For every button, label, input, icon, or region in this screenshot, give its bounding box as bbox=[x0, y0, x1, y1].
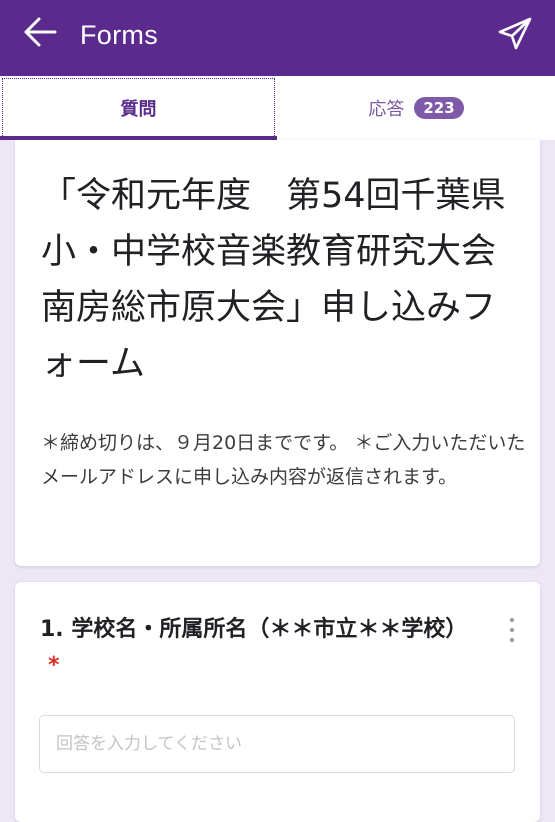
tab-responses-label: 応答 bbox=[368, 99, 405, 120]
more-vertical-icon bbox=[509, 617, 515, 643]
tab-responses[interactable]: 応答 223 bbox=[277, 76, 555, 140]
question-menu-button[interactable] bbox=[500, 612, 524, 648]
tab-questions[interactable]: 質問 bbox=[0, 76, 277, 140]
question-title: 1. 学校名・所属所名（＊＊市立＊＊学校） * bbox=[40, 612, 480, 684]
app-title: Forms bbox=[80, 20, 158, 50]
back-button[interactable] bbox=[18, 10, 62, 54]
required-mark: * bbox=[48, 653, 60, 678]
form-title: 「令和元年度 第54回千葉県小・中学校音楽教育研究大会南房総市原大会」申し込みフ… bbox=[41, 176, 506, 384]
tab-bar: 質問 応答 223 bbox=[0, 76, 555, 140]
send-paper-plane-icon bbox=[498, 17, 532, 50]
form-header-card: 「令和元年度 第54回千葉県小・中学校音楽教育研究大会南房総市原大会」申し込みフ… bbox=[15, 140, 540, 566]
question-card: 1. 学校名・所属所名（＊＊市立＊＊学校） * bbox=[15, 582, 540, 822]
arrow-left-icon bbox=[24, 17, 57, 47]
answer-input[interactable] bbox=[39, 715, 515, 773]
form-description: ＊締め切りは、９月20日までです。 ＊ご入力いただいたメールアドレスに申し込み内… bbox=[41, 432, 526, 488]
responses-count-badge: 223 bbox=[414, 97, 464, 119]
app-bar: Forms bbox=[0, 0, 555, 76]
question-title-text: 1. 学校名・所属所名（＊＊市立＊＊学校） bbox=[40, 617, 468, 642]
send-button[interactable] bbox=[489, 10, 541, 58]
tab-questions-label: 質問 bbox=[120, 99, 157, 120]
